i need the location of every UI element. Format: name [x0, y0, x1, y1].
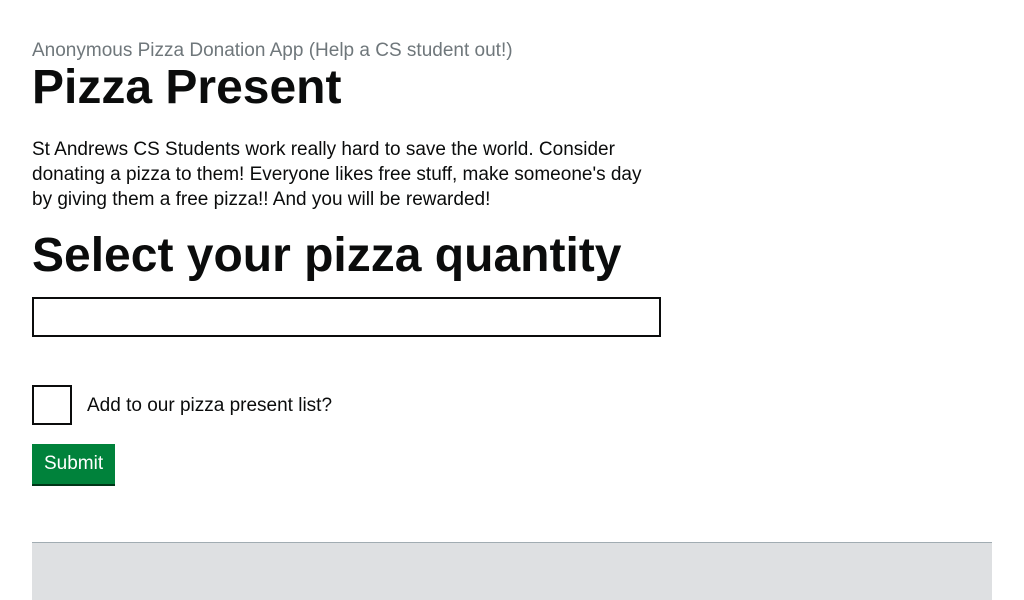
pizza-quantity-input[interactable]: [32, 297, 661, 337]
submit-button[interactable]: Submit: [32, 444, 116, 484]
page: Anonymous Pizza Donation App (Help a CS …: [0, 0, 1024, 600]
quantity-heading: Select your pizza quantity: [32, 229, 622, 282]
add-to-list-label[interactable]: Add to our pizza present list?: [87, 393, 332, 418]
page-title: Pizza Present: [32, 61, 342, 114]
footer: [32, 542, 992, 600]
add-to-list-checkbox[interactable]: [32, 385, 72, 425]
description-text: St Andrews CS Students work really hard …: [32, 139, 642, 210]
add-to-list-row: Add to our pizza present list?: [32, 385, 332, 425]
page-caption: Anonymous Pizza Donation App (Help a CS …: [32, 40, 513, 61]
